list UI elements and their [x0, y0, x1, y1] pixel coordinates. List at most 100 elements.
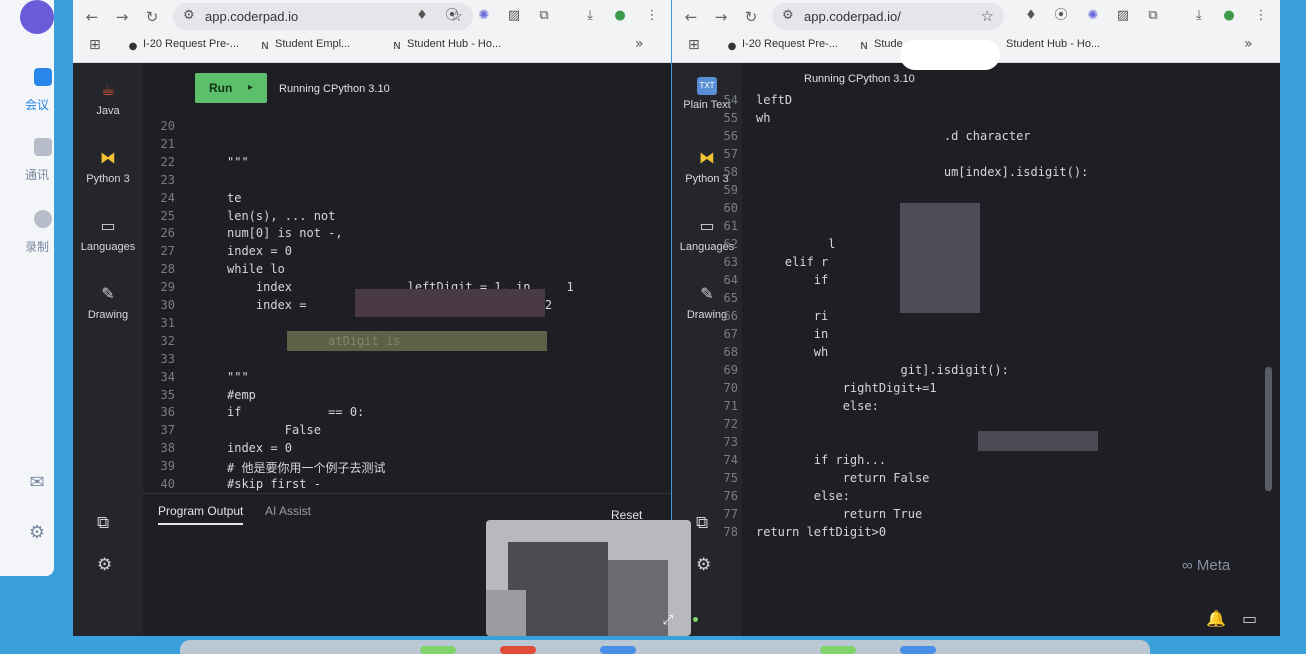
- site-settings-icon[interactable]: ⚙: [183, 8, 195, 23]
- java-icon: ☕: [100, 80, 116, 99]
- sidebar-item-drawing[interactable]: ✎ Drawing: [73, 283, 143, 321]
- extension-icon[interactable]: ⦿: [1052, 7, 1070, 25]
- desktop-app-strip: 会议 通讯 录制 ✉ ⚙: [0, 0, 54, 576]
- tab-program-output[interactable]: Program Output: [158, 504, 244, 525]
- forward-icon[interactable]: →: [710, 6, 732, 28]
- line-number: 75: [723, 471, 738, 485]
- line-number: 55: [723, 111, 738, 125]
- copy-icon[interactable]: ⧉: [97, 513, 109, 533]
- profile-avatar-icon[interactable]: ●: [1220, 7, 1238, 25]
- code-line: if == 0:: [227, 405, 365, 420]
- code-lines: 54 leftD 55 wh 56 .d character 57 58 um[index]…: [724, 93, 1262, 613]
- sidebar-item-languages[interactable]: ▭ Languages: [73, 215, 143, 253]
- menu-kebab-icon[interactable]: ⋮: [643, 7, 661, 25]
- line-number: 31: [160, 315, 175, 330]
- extension-icon[interactable]: ♦: [1022, 7, 1040, 25]
- dock-app-icon[interactable]: [420, 646, 456, 654]
- puzzle-icon[interactable]: ⧉: [535, 7, 553, 25]
- puzzle-icon[interactable]: ⧉: [1144, 7, 1162, 25]
- bookmark-item[interactable]: Student Hub - Ho...: [1006, 38, 1100, 54]
- download-icon[interactable]: ⤓: [1190, 7, 1208, 25]
- extension-icon[interactable]: ✺: [1084, 7, 1102, 25]
- bookmark-label: Stude: [874, 38, 903, 50]
- contacts-icon[interactable]: [34, 138, 52, 156]
- video-frame-block: [608, 560, 668, 636]
- extension-icon[interactable]: ♦: [413, 7, 431, 25]
- mail-icon[interactable]: ✉: [20, 472, 54, 493]
- bookmark-item[interactable]: N Student Hub - Ho...: [391, 38, 501, 54]
- back-icon[interactable]: ←: [680, 6, 702, 28]
- code-line: wh: [756, 345, 829, 359]
- editor-scrollbar[interactable]: [1265, 367, 1272, 491]
- bookmark-item[interactable]: N Student Empl...: [259, 38, 350, 54]
- code-line: return False: [756, 471, 930, 485]
- macos-dock: [180, 640, 1150, 654]
- bookmarks-overflow-icon[interactable]: »: [635, 36, 644, 52]
- line-number: 57: [723, 147, 738, 161]
- sidebar-item-label: Drawing: [87, 309, 129, 321]
- record-icon[interactable]: [34, 210, 52, 228]
- code-line: um[index].isdigit():: [756, 165, 1089, 179]
- code-line: index = 0: [227, 441, 293, 456]
- line-number: 30: [160, 298, 175, 312]
- back-icon[interactable]: ←: [81, 6, 103, 28]
- meeting-icon[interactable]: [34, 68, 52, 86]
- extension-icon[interactable]: ⦿: [443, 7, 461, 25]
- line-number: 38: [160, 441, 175, 456]
- code-line: .d character: [756, 129, 1031, 143]
- bookmark-label: I-20 Request Pre-...: [143, 38, 239, 50]
- code-line: elif r: [756, 255, 829, 269]
- editor-topbar: Run ▸ Running CPython 3.10: [143, 63, 671, 115]
- address-bar[interactable]: ⚙ app.coderpad.io/ ☆: [772, 3, 1004, 30]
- line-number: 65: [723, 291, 738, 305]
- settings-icon[interactable]: ⚙: [696, 555, 711, 575]
- bookmarks-overflow-icon[interactable]: »: [1244, 36, 1253, 52]
- github-icon: ●: [727, 41, 737, 52]
- line-number: 36: [160, 405, 175, 420]
- profile-avatar-icon[interactable]: ●: [611, 7, 629, 25]
- redaction-block: [900, 203, 980, 313]
- sidebar-item-java[interactable]: ☕ Java: [73, 79, 143, 117]
- reload-icon[interactable]: ↻: [740, 6, 762, 28]
- line-number: 21: [160, 136, 175, 151]
- code-line: False: [227, 423, 321, 438]
- bookmark-label: Student Hub - Ho...: [407, 38, 502, 50]
- tab-ai-assist[interactable]: AI Assist: [265, 504, 311, 518]
- apps-grid-icon[interactable]: ⊞: [688, 37, 700, 53]
- settings-icon[interactable]: ⚙: [97, 555, 112, 575]
- desktop-app-label-record: 录制: [24, 240, 49, 254]
- dock-app-icon[interactable]: [600, 646, 636, 654]
- expand-icon[interactable]: ⤢: [663, 613, 673, 628]
- app-logo-icon[interactable]: [20, 0, 54, 34]
- run-button[interactable]: Run ▸: [195, 73, 267, 103]
- line-number: 70: [723, 381, 738, 395]
- line-number: 28: [160, 262, 175, 277]
- chat-icon[interactable]: ▭: [1242, 609, 1257, 628]
- sidebar-item-python[interactable]: ⧓ Python 3: [73, 147, 143, 185]
- line-number: 74: [723, 453, 738, 467]
- extension-icon[interactable]: ▨: [505, 7, 523, 25]
- reload-icon[interactable]: ↻: [141, 6, 163, 28]
- extension-icon[interactable]: ✺: [475, 7, 493, 25]
- code-line: """: [227, 154, 249, 169]
- extension-icon[interactable]: ▨: [1114, 7, 1132, 25]
- code-editor[interactable]: Run ▸ Running CPython 3.10 20 21 22 """ 23 24…: [143, 63, 671, 493]
- dock-app-icon[interactable]: [900, 646, 936, 654]
- notification-icon[interactable]: 🔔: [1206, 609, 1226, 628]
- forward-icon[interactable]: →: [111, 6, 133, 28]
- site-settings-icon[interactable]: ⚙: [782, 8, 794, 23]
- menu-kebab-icon[interactable]: ⋮: [1252, 7, 1270, 25]
- video-preview[interactable]: ⤢: [486, 520, 691, 636]
- code-line: wh: [756, 111, 771, 125]
- settings-icon[interactable]: ⚙: [20, 522, 54, 543]
- apps-grid-icon[interactable]: ⊞: [89, 37, 101, 53]
- bookmark-star-icon[interactable]: ☆: [981, 7, 994, 25]
- notion-icon: N: [860, 41, 868, 52]
- dock-app-icon[interactable]: [820, 646, 856, 654]
- dock-app-icon[interactable]: [500, 646, 536, 654]
- bookmark-item[interactable]: N Stude: [858, 38, 903, 54]
- download-icon[interactable]: ⤓: [581, 7, 599, 25]
- bookmark-item[interactable]: ● I-20 Request Pre-...: [127, 38, 239, 54]
- code-editor[interactable]: Running CPython 3.10 54 leftD 55 wh 56 .d ch…: [724, 63, 1280, 636]
- bookmark-item[interactable]: ● I-20 Request Pre-...: [726, 38, 838, 54]
